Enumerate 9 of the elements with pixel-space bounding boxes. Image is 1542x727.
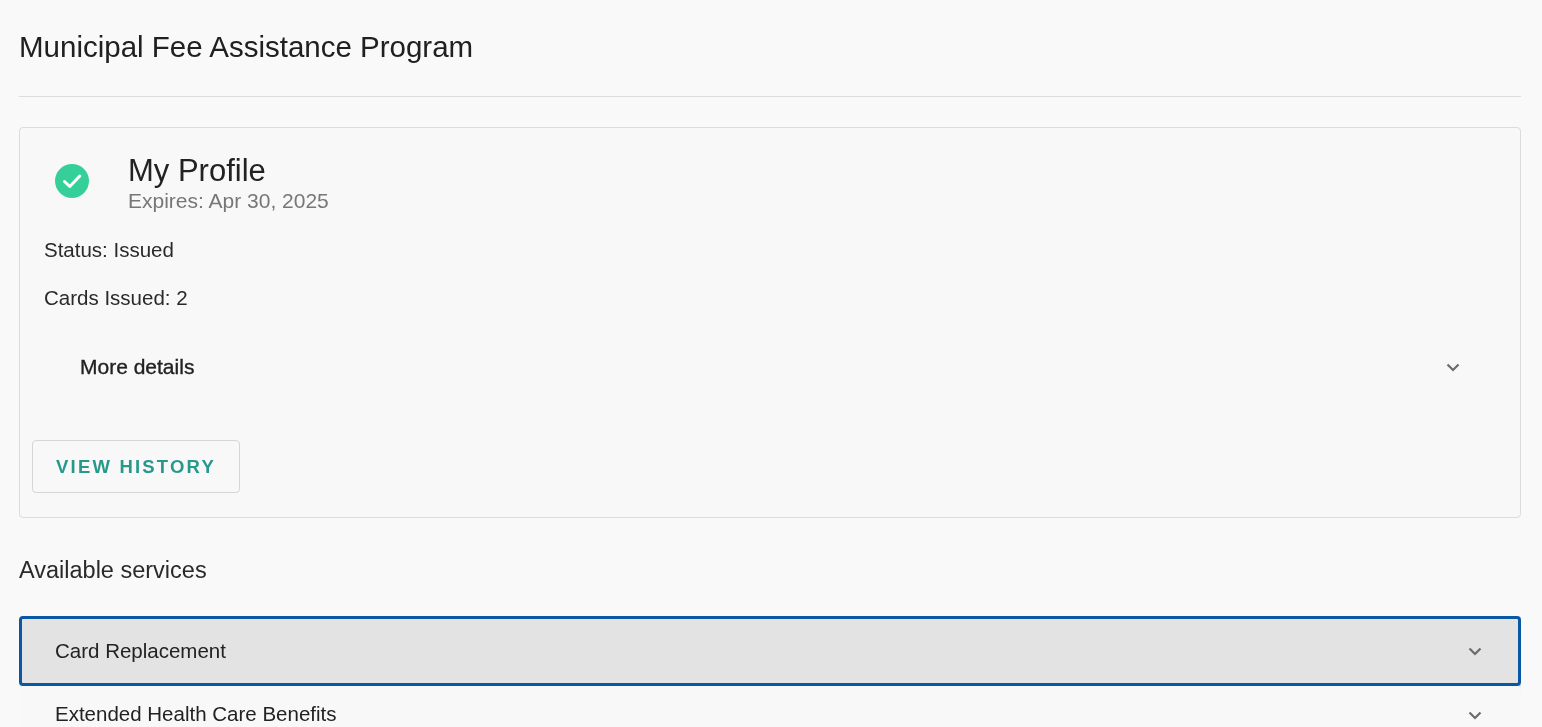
section-heading: Available services (19, 556, 207, 584)
profile-field: Status: Issued (44, 238, 174, 262)
card-title: My Profile (128, 156, 266, 186)
accordion-header[interactable]: Extended Health Care Benefits (19, 686, 1521, 727)
profile-field: Cards Issued: 2 (44, 286, 188, 310)
expiry-date: Expires: Apr 30, 2025 (128, 190, 329, 212)
accordion-header[interactable]: Card Replacement (19, 616, 1521, 686)
page-title: Municipal Fee Assistance Program (19, 31, 474, 63)
expansion-header[interactable]: More details (44, 335, 1496, 399)
